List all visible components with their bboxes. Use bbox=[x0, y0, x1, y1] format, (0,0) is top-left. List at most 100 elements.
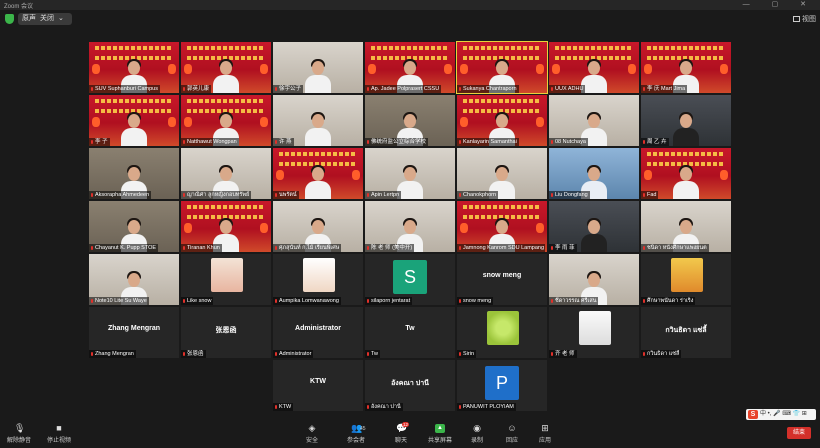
participant-tile[interactable]: 周 乙 卉 bbox=[641, 95, 731, 146]
participant-tile[interactable]: ชีดาวรรณ ศรีเสน bbox=[549, 254, 639, 305]
participant-tile[interactable]: 许 燕 bbox=[273, 95, 363, 146]
stop-video-label: 停止视频 bbox=[46, 438, 71, 444]
participant-tile[interactable]: Tiranan Khun bbox=[181, 201, 271, 252]
lantern-icon bbox=[536, 64, 544, 74]
participant-tile[interactable]: 李 庆 Mart Jima bbox=[641, 42, 731, 93]
participant-tile[interactable]: 佛统府监公立综合学校 bbox=[365, 95, 455, 146]
participant-tile[interactable]: Kanlayarin Samanthai bbox=[457, 95, 547, 146]
lantern-icon bbox=[92, 117, 100, 127]
lantern-icon bbox=[536, 117, 544, 127]
participant-tile[interactable]: ศึกษาพนันดา ร่าเริง bbox=[641, 254, 731, 305]
participant-tile[interactable]: 李 雨 菲 bbox=[549, 201, 639, 252]
participant-name-label: Fad bbox=[641, 191, 659, 199]
participant-tile[interactable]: Chanokphorn bbox=[457, 148, 547, 199]
security-shield-icon[interactable] bbox=[5, 14, 14, 24]
participant-tile[interactable]: KTW KTW bbox=[273, 360, 363, 411]
window-controls[interactable]: — ▢ ✕ bbox=[743, 0, 816, 8]
unmute-button[interactable]: 🎙 解除静音 bbox=[4, 424, 34, 445]
participant-name-label: silaporn jentarat bbox=[365, 297, 413, 305]
participant-tile[interactable]: Tw Tw bbox=[365, 307, 455, 358]
participant-tile[interactable]: ศุภสุนันท์ ก.ไม้ เรียนพิเศษ bbox=[273, 201, 363, 252]
participant-tile[interactable]: Chayanut K. Pupp STOE bbox=[89, 201, 179, 252]
profile-picture bbox=[579, 311, 611, 345]
participant-display-name: อังคณา ปานี bbox=[391, 380, 429, 387]
lantern-icon bbox=[184, 223, 192, 233]
face-shape bbox=[128, 273, 140, 287]
profile-picture bbox=[487, 311, 519, 345]
participant-name-label: 郭英儿康 bbox=[181, 85, 212, 93]
participant-tile[interactable]: Zhang Mengran Zhang Mengran bbox=[89, 307, 179, 358]
face-shape bbox=[588, 167, 600, 181]
participant-tile[interactable]: 张恩函 张恩函 bbox=[181, 307, 271, 358]
participant-name-label: 李 雨 菲 bbox=[549, 244, 577, 252]
participant-name-label: 徐宇公子 bbox=[273, 85, 304, 93]
participant-name-label: Chayanut K. Pupp STOE bbox=[89, 244, 159, 252]
participant-tile[interactable]: Jamnong Kanrom SDU Lampang bbox=[457, 201, 547, 252]
participant-tile[interactable]: 08 Nutchaya bbox=[549, 95, 639, 146]
participant-tile[interactable]: นพรัตน์ bbox=[273, 148, 363, 199]
participant-tile[interactable]: UUX ADHU bbox=[549, 42, 639, 93]
participant-name-label: 齐 老 师 bbox=[549, 350, 577, 358]
record-button[interactable]: ◉ 录制 bbox=[462, 424, 492, 445]
participant-tile[interactable]: SUV Suphanburi Campus bbox=[89, 42, 179, 93]
participant-tile[interactable]: อังคณา ปานี อังคณา ปานี bbox=[365, 360, 455, 411]
close-label[interactable]: 关闭 bbox=[40, 15, 54, 22]
participant-tile[interactable]: Fad bbox=[641, 148, 731, 199]
participant-tile[interactable]: P PANUWIT PLOYIAM bbox=[457, 360, 547, 411]
participant-tile[interactable]: ญาณิศา ลูกหญิงกอบทรัพย์ bbox=[181, 148, 271, 199]
participant-tile[interactable]: 郭英儿康 bbox=[181, 42, 271, 93]
participant-name-label: ญาณิศา ลูกหญิงกอบทรัพย์ bbox=[181, 191, 252, 199]
participant-name-label: อังคณา ปานี bbox=[365, 403, 403, 411]
face-shape bbox=[128, 61, 140, 75]
ime-logo-icon: S bbox=[748, 410, 758, 419]
participant-name-label: Kanlayarin Samanthai bbox=[457, 138, 519, 146]
participant-tile[interactable]: Natthawut Wongpan bbox=[181, 95, 271, 146]
participants-button[interactable]: 👥 45 参会者 bbox=[341, 424, 371, 445]
participant-name-label: 张恩函 bbox=[181, 350, 206, 358]
original-audio-label[interactable]: 原声 bbox=[22, 15, 36, 22]
apps-button[interactable]: ⊞ 应用 bbox=[530, 424, 560, 445]
end-meeting-button[interactable]: 结束 bbox=[787, 427, 811, 439]
participant-tile[interactable]: กวินธิดา แซ่ลี้ กวินธิดา แซ่ลี้ bbox=[641, 307, 731, 358]
gallery-view-button[interactable]: 视图 bbox=[793, 14, 816, 24]
participant-tile[interactable]: 齐 老 师 bbox=[549, 307, 639, 358]
chevron-down-icon[interactable]: ⌄ bbox=[58, 15, 64, 22]
participant-video bbox=[303, 165, 333, 199]
participant-tile[interactable]: Sukanya Chantraporn bbox=[456, 41, 548, 94]
participant-tile[interactable]: snow meng snow meng bbox=[457, 254, 547, 305]
profile-picture bbox=[211, 258, 243, 292]
reactions-button[interactable]: ☺ 回应 bbox=[497, 424, 527, 445]
participant-tile[interactable]: Liu Dongfang bbox=[549, 148, 639, 199]
participant-tile[interactable]: ชนิดา หนังศึกษาแพงยนต bbox=[641, 201, 731, 252]
face-shape bbox=[128, 114, 140, 128]
participant-name-label: ศึกษาพนันดา ร่าเริง bbox=[641, 297, 696, 305]
security-button[interactable]: ◈ 安全 bbox=[297, 424, 327, 445]
participant-tile[interactable]: Administrator Administrator bbox=[273, 307, 363, 358]
reactions-label: 回应 bbox=[505, 438, 518, 444]
lantern-icon bbox=[168, 64, 176, 74]
participant-name-label: ชีดาวรรณ ศรีเสน bbox=[549, 297, 599, 305]
participant-tile[interactable]: Apin Lertpn bbox=[365, 148, 455, 199]
stop-video-button[interactable]: ■ 停止视频 bbox=[44, 424, 74, 445]
participant-tile[interactable]: 陈 老 师 (美中开) bbox=[365, 201, 455, 252]
chat-button[interactable]: 💬 12 聊天 bbox=[386, 422, 416, 444]
interpretation-pill[interactable]: 原声 关闭 ⌄ bbox=[18, 13, 72, 25]
banner-text-graphic bbox=[647, 152, 725, 156]
participant-tile[interactable]: Like snow bbox=[181, 254, 271, 305]
lantern-icon bbox=[644, 170, 652, 180]
participant-tile[interactable]: 徐宇公子 bbox=[273, 42, 363, 93]
lantern-icon bbox=[184, 64, 192, 74]
ime-bar[interactable]: S中 •, 🎤 ⌨ 👕 ⊞ bbox=[746, 409, 816, 420]
face-shape bbox=[496, 114, 508, 128]
participant-tile[interactable]: Aksorapha Ahmedeen bbox=[89, 148, 179, 199]
participant-tile[interactable]: Ap. Jadee Polprasert CSSU bbox=[365, 42, 455, 93]
participant-tile[interactable]: 李 子 bbox=[89, 95, 179, 146]
participant-tile[interactable]: Note10 Lite Su Waye bbox=[89, 254, 179, 305]
participants-count: 45 bbox=[360, 426, 366, 432]
face-shape bbox=[588, 220, 600, 234]
participant-tile[interactable]: Sirin bbox=[457, 307, 547, 358]
share-screen-button[interactable]: ▲ 共享屏幕 bbox=[425, 424, 455, 444]
participant-tile[interactable]: Ssilaporn jentarat bbox=[365, 254, 455, 305]
participant-name-label: Note10 Lite Su Waye bbox=[89, 297, 149, 305]
participant-tile[interactable]: Aumpika Lomwanawong bbox=[273, 254, 363, 305]
